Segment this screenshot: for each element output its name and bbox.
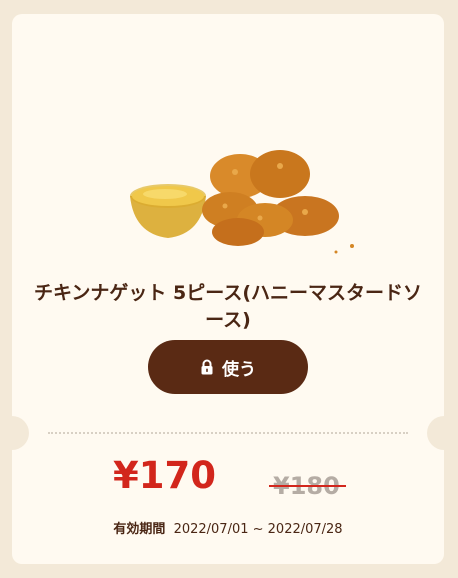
validity-label: 有効期間 — [113, 522, 166, 537]
strikethrough-line — [269, 485, 346, 487]
lock-icon — [201, 359, 213, 375]
use-coupon-button[interactable]: 使う — [148, 340, 308, 394]
chicken-nuggets-image — [130, 150, 354, 254]
perforation-divider — [48, 432, 408, 434]
ticket-notch-right — [427, 416, 444, 450]
product-title: チキンナゲット 5ピース(ハニーマスタードソース) — [34, 282, 422, 331]
original-price: ¥180 — [269, 472, 346, 500]
discount-price: ¥170 — [113, 454, 216, 497]
validity-period: 有効期間 2022/07/01 ~ 2022/07/28 — [12, 518, 444, 537]
ticket-notch-left — [12, 416, 29, 450]
use-button-label: 使う — [222, 359, 256, 380]
coupon-card: チキンナゲット 5ピース(ハニーマスタードソース) 使う ¥170 ¥180 有… — [12, 14, 444, 564]
validity-dates: 2022/07/01 ~ 2022/07/28 — [173, 522, 343, 537]
